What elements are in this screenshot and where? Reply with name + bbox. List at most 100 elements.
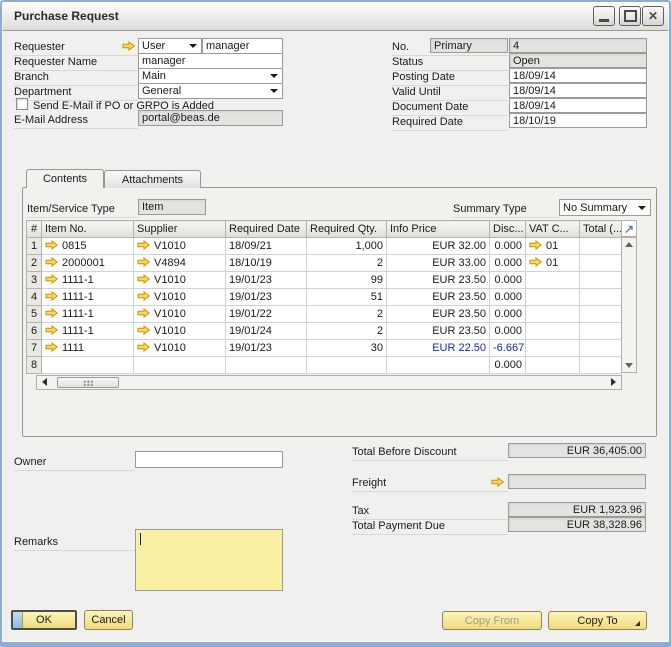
info-price-cell[interactable]: EUR 23.50 — [387, 272, 490, 289]
supplier-cell[interactable] — [134, 357, 226, 374]
remarks-textarea[interactable] — [135, 529, 283, 591]
link-arrow-icon[interactable] — [45, 240, 58, 250]
discount-cell[interactable]: -6.667 — [490, 340, 526, 357]
send-email-checkbox[interactable] — [16, 98, 28, 110]
required-date-cell[interactable]: 19/01/22 — [226, 306, 307, 323]
required-date-cell[interactable]: 19/01/23 — [226, 272, 307, 289]
link-arrow-icon[interactable] — [45, 291, 58, 301]
item-no-cell[interactable] — [42, 357, 134, 374]
cancel-button[interactable]: Cancel — [84, 610, 133, 630]
discount-cell[interactable]: 0.000 — [490, 357, 526, 374]
minimize-button[interactable] — [593, 6, 615, 26]
col-header-vat-code[interactable]: VAT C... — [526, 221, 580, 238]
total-cell[interactable] — [580, 255, 622, 272]
branch-select[interactable]: Main — [138, 68, 283, 84]
hscroll-thumb[interactable] — [57, 377, 119, 388]
scroll-right-icon[interactable] — [611, 378, 616, 386]
link-arrow-icon[interactable] — [45, 308, 58, 318]
col-header-required-date[interactable]: Required Date — [226, 221, 307, 238]
vat-code-cell[interactable]: 01 — [526, 255, 580, 272]
info-price-cell[interactable]: EUR 23.50 — [387, 323, 490, 340]
vat-code-cell[interactable]: 01 — [526, 238, 580, 255]
row-number-cell[interactable]: 5 — [27, 306, 42, 323]
required-date-cell[interactable]: 18/10/19 — [226, 255, 307, 272]
vat-code-cell[interactable] — [526, 323, 580, 340]
link-arrow-icon[interactable] — [45, 325, 58, 335]
supplier-cell[interactable]: V1010 — [134, 306, 226, 323]
link-arrow-icon[interactable] — [137, 274, 150, 284]
total-cell[interactable] — [580, 323, 622, 340]
supplier-cell[interactable]: V4894 — [134, 255, 226, 272]
expand-grid-button[interactable]: ↗ — [621, 220, 637, 237]
discount-cell[interactable]: 0.000 — [490, 306, 526, 323]
col-header-required-qty[interactable]: Required Qty. — [307, 221, 387, 238]
discount-cell[interactable]: 0.000 — [490, 272, 526, 289]
discount-cell[interactable]: 0.000 — [490, 289, 526, 306]
total-cell[interactable] — [580, 272, 622, 289]
vat-code-cell[interactable] — [526, 340, 580, 357]
grid-hscrollbar[interactable] — [36, 375, 622, 390]
discount-cell[interactable]: 0.000 — [490, 238, 526, 255]
required-qty-cell[interactable]: 99 — [307, 272, 387, 289]
vat-code-cell[interactable] — [526, 357, 580, 374]
info-price-cell[interactable]: EUR 22.50 — [387, 340, 490, 357]
col-header-item-no[interactable]: Item No. — [42, 221, 134, 238]
item-no-cell[interactable]: 2000001 — [42, 255, 134, 272]
close-button[interactable]: ✕ — [642, 6, 664, 26]
total-cell[interactable] — [580, 340, 622, 357]
link-arrow-icon[interactable] — [122, 41, 135, 51]
row-number-cell[interactable]: 2 — [27, 255, 42, 272]
scroll-left-icon[interactable] — [42, 378, 47, 386]
row-number-cell[interactable]: 1 — [27, 238, 42, 255]
item-no-cell[interactable]: 1111-1 — [42, 289, 134, 306]
supplier-cell[interactable]: V1010 — [134, 323, 226, 340]
titlebar[interactable]: Purchase Request — [2, 2, 669, 31]
row-number-cell[interactable]: 3 — [27, 272, 42, 289]
supplier-cell[interactable]: V1010 — [134, 289, 226, 306]
link-arrow-icon[interactable] — [137, 325, 150, 335]
info-price-cell[interactable]: EUR 23.50 — [387, 306, 490, 323]
required-qty-cell[interactable]: 30 — [307, 340, 387, 357]
ok-button[interactable]: OK — [11, 610, 77, 630]
requester-name-input[interactable]: manager — [138, 53, 283, 69]
row-number-cell[interactable]: 7 — [27, 340, 42, 357]
vat-code-cell[interactable] — [526, 289, 580, 306]
link-arrow-icon[interactable] — [137, 291, 150, 301]
required-date-cell[interactable]: 19/01/23 — [226, 289, 307, 306]
vat-code-cell[interactable] — [526, 306, 580, 323]
required-date-input[interactable]: 18/10/19 — [509, 113, 647, 128]
required-qty-cell[interactable] — [307, 357, 387, 374]
total-cell[interactable] — [580, 238, 622, 255]
total-cell[interactable] — [580, 289, 622, 306]
link-arrow-icon[interactable] — [45, 342, 58, 352]
link-arrow-icon[interactable] — [45, 274, 58, 284]
link-arrow-icon[interactable] — [137, 257, 150, 267]
link-arrow-icon[interactable] — [491, 477, 505, 487]
item-no-cell[interactable]: 0815 — [42, 238, 134, 255]
copy-to-button[interactable]: Copy To — [548, 611, 647, 630]
supplier-cell[interactable]: V1010 — [134, 272, 226, 289]
supplier-cell[interactable]: V1010 — [134, 340, 226, 357]
col-header-total[interactable]: Total (... — [580, 221, 622, 238]
supplier-cell[interactable]: V1010 — [134, 238, 226, 255]
required-date-cell[interactable]: 19/01/23 — [226, 340, 307, 357]
link-arrow-icon[interactable] — [529, 240, 542, 250]
col-header-supplier[interactable]: Supplier — [134, 221, 226, 238]
required-date-cell[interactable] — [226, 357, 307, 374]
scroll-down-icon[interactable] — [625, 363, 633, 368]
col-header-discount[interactable]: Disc... — [490, 221, 526, 238]
item-no-cell[interactable]: 1111-1 — [42, 323, 134, 340]
item-no-cell[interactable]: 1111-1 — [42, 272, 134, 289]
link-arrow-icon[interactable] — [45, 257, 58, 267]
required-qty-cell[interactable]: 2 — [307, 323, 387, 340]
required-date-cell[interactable]: 18/09/21 — [226, 238, 307, 255]
link-arrow-icon[interactable] — [491, 477, 504, 487]
requester-type-select[interactable]: User — [138, 38, 202, 54]
discount-cell[interactable]: 0.000 — [490, 255, 526, 272]
row-number-cell[interactable]: 4 — [27, 289, 42, 306]
row-number-cell[interactable]: 6 — [27, 323, 42, 340]
required-qty-cell[interactable]: 51 — [307, 289, 387, 306]
link-arrow-icon[interactable] — [122, 41, 136, 51]
row-number-cell[interactable]: 8 — [27, 357, 42, 374]
required-qty-cell[interactable]: 1,000 — [307, 238, 387, 255]
